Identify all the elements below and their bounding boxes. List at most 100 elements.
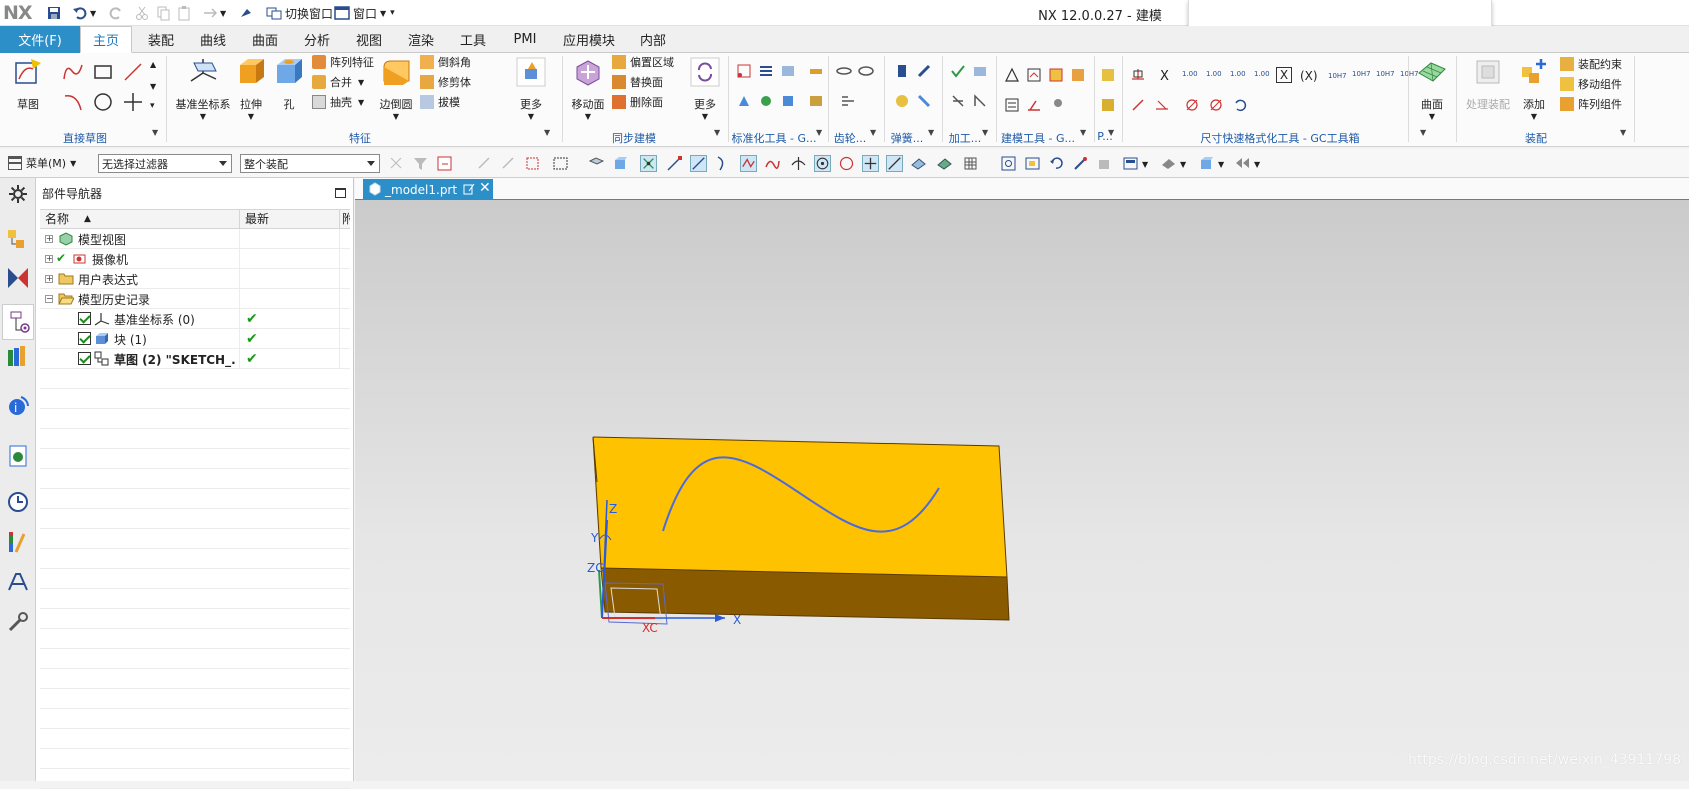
dim-undo-icon[interactable] xyxy=(1232,97,1248,113)
p-dropdown[interactable]: ▼ xyxy=(1108,123,1114,141)
p-tool-icon-2[interactable] xyxy=(1100,97,1116,113)
select-components-icon[interactable] xyxy=(524,155,541,172)
spring-tool-icon-2[interactable] xyxy=(916,63,932,79)
modeling-tool-icon-5[interactable] xyxy=(1004,97,1020,113)
edge-blend-button[interactable]: 边倒圆 ▼ xyxy=(378,57,414,121)
machining-tool-icon-3[interactable] xyxy=(950,93,966,109)
graphics-window[interactable]: _model1.prt ✕ Z Y ZC X XC xyxy=(355,178,1689,781)
paste-button[interactable] xyxy=(176,4,192,22)
general-select-icon[interactable] xyxy=(388,155,405,172)
modeling-tool-icon-1[interactable] xyxy=(1004,67,1020,83)
modeling-tool-icon-2[interactable] xyxy=(1026,67,1042,83)
tree-node-model-views[interactable]: + 模型视图 xyxy=(40,229,350,249)
shell-button[interactable]: 抽壳 ▼ xyxy=(312,93,364,111)
view-section-icon[interactable] xyxy=(1096,155,1113,172)
window-menu-button[interactable]: 窗口 ▼ ▾ xyxy=(334,4,395,22)
datum-csys-button[interactable]: 基准坐标系 ▼ xyxy=(174,57,232,121)
trim-body-button[interactable]: 修剪体 xyxy=(420,73,471,91)
feature-dropdown[interactable]: ▼ xyxy=(544,123,550,141)
column-header-name[interactable]: 名称 ▲ xyxy=(40,210,240,229)
pattern-component-button[interactable]: 阵列组件 xyxy=(1560,95,1622,113)
chamfer-button[interactable]: 倒斜角 xyxy=(420,53,471,71)
point-on-surface-icon[interactable] xyxy=(910,155,927,172)
select-feature-icon[interactable] xyxy=(476,155,493,172)
tab-home[interactable]: 主页 xyxy=(80,26,132,53)
select-body-icon[interactable] xyxy=(500,155,517,172)
quadrant-point-icon[interactable] xyxy=(838,155,855,172)
offset-region-button[interactable]: 偏置区域 xyxy=(612,53,674,71)
dim-format-4[interactable]: 1.00 xyxy=(1254,65,1270,83)
arc-center-icon[interactable] xyxy=(814,155,831,172)
machining-tool-icon-4[interactable] xyxy=(972,93,988,109)
sync-dropdown[interactable]: ▼ xyxy=(714,123,720,141)
sync-more-button[interactable]: 更多 ▼ xyxy=(688,57,722,121)
tree-node-datum-csys[interactable]: 基准坐标系 (0) ✔ xyxy=(40,309,350,329)
sketch-gallery-more[interactable]: ▾ xyxy=(150,97,155,115)
system-materials-icon[interactable] xyxy=(6,530,30,554)
tab-render[interactable]: 渲染 xyxy=(396,26,446,53)
feature-checkbox[interactable] xyxy=(78,332,91,345)
feature-checkbox[interactable] xyxy=(78,312,91,325)
reuse-library-icon[interactable] xyxy=(6,344,30,368)
tab-surface[interactable]: 曲面 xyxy=(240,26,290,53)
settings-gear-icon[interactable] xyxy=(8,184,28,204)
shaded-view-dropdown[interactable]: ▼ xyxy=(1218,155,1224,173)
selection-scope-select[interactable]: 整个装配 xyxy=(240,154,380,173)
hd3d-tools-icon[interactable]: i xyxy=(6,394,30,418)
touch-mode-button[interactable] xyxy=(238,4,254,22)
dim-tool-icon-2[interactable] xyxy=(1130,97,1146,113)
expand-icon[interactable]: + xyxy=(45,275,53,283)
history-clock-icon[interactable] xyxy=(6,490,30,514)
select-region-icon[interactable] xyxy=(436,155,453,172)
feature-more-button[interactable]: 更多 ▼ xyxy=(514,57,548,121)
tab-view[interactable]: 视图 xyxy=(344,26,394,53)
tab-pmi[interactable]: PMI xyxy=(500,26,550,53)
bounded-grid-icon[interactable] xyxy=(936,155,953,172)
unite-button[interactable]: 合并 ▼ xyxy=(312,73,364,91)
studio-spline-icon[interactable] xyxy=(62,61,84,83)
column-header-extra[interactable]: 附 xyxy=(340,210,350,229)
mid-point-icon[interactable] xyxy=(690,155,707,172)
std-tools-dropdown[interactable]: ▼ xyxy=(816,123,822,141)
sketch-gallery-down[interactable]: ▼ xyxy=(150,77,156,95)
maximize-icon[interactable] xyxy=(335,188,346,198)
direct-sketch-dropdown[interactable]: ▼ xyxy=(152,123,158,141)
close-tab-icon[interactable]: ✕ xyxy=(479,180,491,196)
spring-tool-icon-4[interactable] xyxy=(916,93,932,109)
work-layer-dropdown[interactable]: ▼ xyxy=(1254,155,1260,173)
rectangle-icon[interactable] xyxy=(92,61,114,83)
dim-diameter-icon-2[interactable] xyxy=(1208,97,1224,113)
dim-fit-3[interactable]: 10H7 xyxy=(1376,65,1395,83)
gear-tool-icon-2[interactable] xyxy=(858,63,874,79)
web-browser-icon[interactable] xyxy=(6,444,30,468)
tree-node-sketch[interactable]: 草图 (2) "SKETCH_... ✔ xyxy=(40,349,350,369)
filter-icon[interactable] xyxy=(412,155,429,172)
dim-format-2[interactable]: 1.00 xyxy=(1206,65,1222,83)
fit-view-icon[interactable] xyxy=(1000,155,1017,172)
grid-icon[interactable] xyxy=(962,155,979,172)
dim-boxed-x-button[interactable]: X xyxy=(1276,67,1292,83)
std-tool-icon-7[interactable] xyxy=(808,63,824,79)
spring-dropdown[interactable]: ▼ xyxy=(928,123,934,141)
end-point-icon[interactable] xyxy=(666,155,683,172)
tab-curve[interactable]: 曲线 xyxy=(188,26,238,53)
point-icon[interactable] xyxy=(122,91,144,113)
point-on-curve-icon[interactable] xyxy=(886,155,903,172)
gear-tool-icon-1[interactable] xyxy=(836,63,852,79)
std-tool-icon-1[interactable] xyxy=(736,63,752,79)
gear-tool-icon-3[interactable] xyxy=(840,93,856,109)
tab-tools[interactable]: 工具 xyxy=(448,26,498,53)
pattern-feature-button[interactable]: 阵列特征 xyxy=(312,53,374,71)
edge-display-dropdown[interactable]: ▼ xyxy=(1180,155,1186,173)
pan-icon[interactable] xyxy=(1072,155,1089,172)
circle-icon[interactable] xyxy=(92,91,114,113)
select-solid-icon[interactable] xyxy=(612,155,629,172)
render-style-icon[interactable] xyxy=(1122,155,1139,172)
modeling-tool-icon-3[interactable] xyxy=(1048,67,1064,83)
modeling-tool-icon-4[interactable] xyxy=(1070,67,1086,83)
collapse-icon[interactable]: − xyxy=(45,295,53,303)
dim-format-3[interactable]: 1.00 xyxy=(1230,65,1246,83)
save-button[interactable] xyxy=(46,4,62,22)
tab-analysis[interactable]: 分析 xyxy=(292,26,342,53)
spring-tool-icon-1[interactable] xyxy=(894,63,910,79)
